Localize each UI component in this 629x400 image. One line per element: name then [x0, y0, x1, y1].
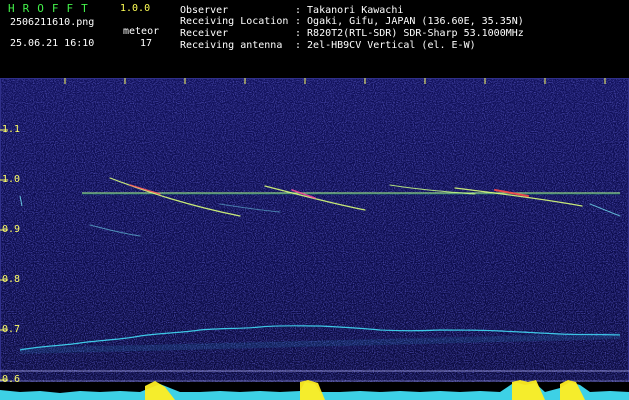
filename: 2506211610.png: [10, 17, 95, 28]
spectrogram-canvas: [0, 78, 629, 400]
y-tick: 0.8: [2, 274, 21, 285]
app-version: 1.0.0: [120, 3, 151, 14]
detection-label: meteor: [123, 26, 160, 37]
y-tick: 0.6: [2, 374, 21, 385]
info-observer-value: : Takanori Kawachi: [295, 5, 404, 16]
y-tick: 0.7: [2, 324, 21, 335]
spectrogram: [0, 78, 629, 400]
info-antenna-label: Receiving antenna: [180, 40, 283, 51]
info-receiver-value: : R820T2(RTL-SDR) SDR-Sharp 53.1000MHz: [295, 28, 524, 39]
datetime: 25.06.21 16:10: [10, 38, 95, 49]
y-tick: 0.9: [2, 224, 21, 235]
y-tick: 1.0: [2, 174, 21, 185]
info-antenna-value: : 2el-HB9CV Vertical (el. E-W): [295, 40, 476, 51]
y-tick: 1.1: [2, 124, 21, 135]
detection-count: 17: [140, 38, 153, 49]
header: HROFFT 1.0.0 2506211610.png 25.06.21 16:…: [0, 0, 629, 78]
info-location-label: Receiving Location: [180, 16, 289, 27]
info-location-value: : Ogaki, Gifu, JAPAN (136.60E, 35.35N): [295, 16, 524, 27]
info-receiver-label: Receiver: [180, 28, 229, 39]
app-title: HROFFT: [8, 2, 96, 15]
info-observer-label: Observer: [180, 5, 229, 16]
